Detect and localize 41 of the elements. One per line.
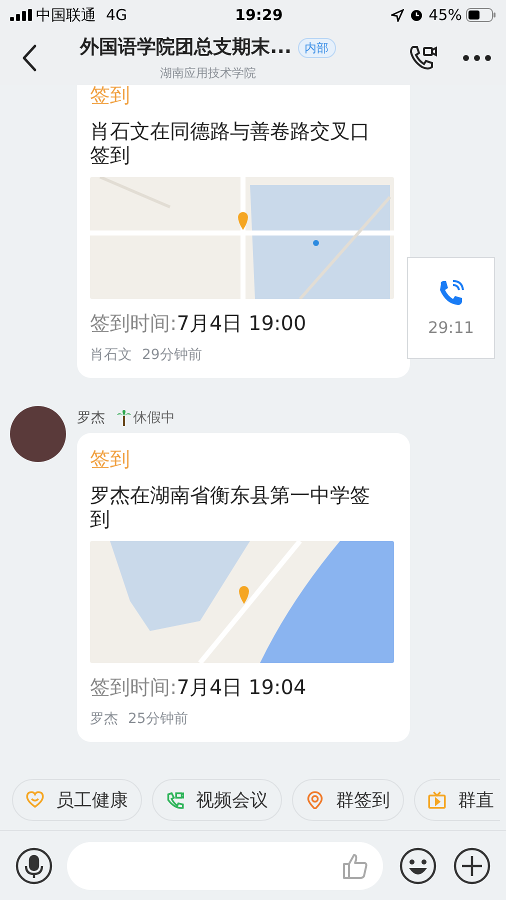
- checkin-time: 7月4日 19:04: [176, 674, 306, 701]
- heart-icon: [26, 791, 44, 809]
- signal-icon: [10, 9, 32, 21]
- checkin-text: 肖石文在同德路与善卷路交叉口签到: [90, 119, 371, 167]
- alarm-clock-icon: [410, 8, 423, 22]
- checkin-tag: 签到: [90, 85, 397, 109]
- chat-title: 外国语学院团总支期末...: [80, 35, 292, 60]
- video-call-icon: [166, 791, 184, 809]
- checkin-time-label: 签到时间:: [90, 674, 177, 701]
- palm-tree-icon: [117, 410, 131, 426]
- battery-icon: [466, 8, 496, 22]
- time-ago: 25分钟前: [128, 710, 188, 729]
- microphone-icon[interactable]: [15, 846, 53, 884]
- quick-action-button[interactable]: 群签到: [292, 779, 404, 821]
- tv-icon: [428, 791, 446, 809]
- network-type: 4G: [106, 4, 128, 26]
- status-text: 休假中: [133, 408, 175, 428]
- sender-name: 罗杰: [77, 408, 105, 428]
- quick-action-button[interactable]: 视频会议: [152, 779, 282, 821]
- checkin-text: 罗杰在湖南省衡东县第一中学签到: [90, 483, 371, 531]
- quick-action-button[interactable]: 员工健康: [12, 779, 142, 821]
- internal-badge: 内部: [298, 38, 336, 58]
- clock-time: 19:29: [235, 4, 283, 26]
- footer-name: 罗杰: [90, 710, 118, 729]
- more-icon[interactable]: [462, 54, 492, 62]
- chat-subtitle: 湖南应用技术学院: [160, 64, 256, 82]
- location-pin-icon: [306, 791, 324, 809]
- footer-name: 肖石文: [90, 346, 132, 365]
- emoji-icon[interactable]: [399, 846, 437, 884]
- thumbs-up-icon: [341, 852, 369, 880]
- checkin-time-label: 签到时间:: [90, 310, 177, 337]
- checkin-tag: 签到: [90, 445, 397, 473]
- add-icon[interactable]: [453, 846, 491, 884]
- location-icon: [390, 8, 404, 22]
- call-duration: 29:11: [428, 317, 474, 339]
- quick-action-button[interactable]: 群直: [414, 779, 500, 821]
- checkin-time: 7月4日 19:00: [176, 310, 306, 337]
- time-ago: 29分钟前: [142, 346, 202, 365]
- carrier-name: 中国联通: [36, 4, 96, 26]
- battery-percent: 45%: [428, 4, 462, 26]
- message-input[interactable]: [67, 842, 383, 890]
